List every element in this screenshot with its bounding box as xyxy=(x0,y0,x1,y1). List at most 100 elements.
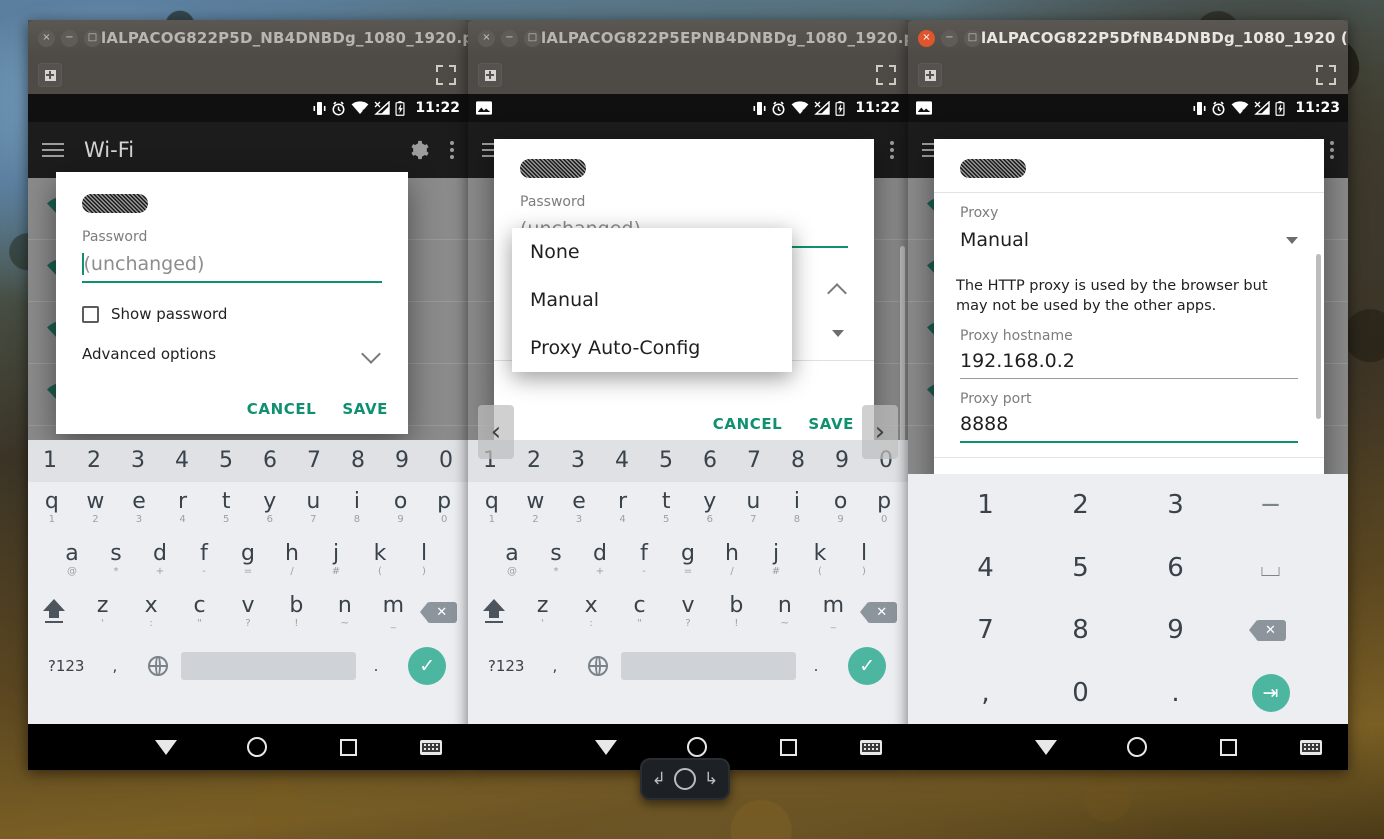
backspace-key[interactable]: ✕ xyxy=(1223,599,1318,662)
proxy-hostname-field[interactable]: Proxy hostname 192.168.0.2 xyxy=(934,316,1324,380)
key-m[interactable]: m _ xyxy=(369,586,417,638)
key-q[interactable]: q1 xyxy=(470,482,514,534)
key-e[interactable]: e3 xyxy=(557,482,601,534)
symbols-key[interactable]: ?123 xyxy=(478,638,534,694)
maximize-icon[interactable]: □ xyxy=(964,29,981,47)
more-vert-icon[interactable] xyxy=(450,141,454,159)
key-n[interactable]: n ~ xyxy=(321,586,369,638)
key-s[interactable]: s * xyxy=(94,534,138,586)
key-t[interactable]: t5 xyxy=(644,482,688,534)
key-9[interactable]: 9 xyxy=(820,440,864,482)
key-f[interactable]: f- xyxy=(622,534,666,586)
password-input-value[interactable]: (unchanged) xyxy=(84,253,205,275)
dropdown-item-manual[interactable]: Manual xyxy=(512,276,792,324)
keyboard-number-row[interactable]: 1 2 3 4 5 6 7 8 9 0 xyxy=(468,440,908,482)
comma-key[interactable]: , xyxy=(534,638,575,694)
key-6[interactable]: 6 xyxy=(1128,537,1223,600)
key-3[interactable]: 3 xyxy=(556,440,600,482)
key-comma[interactable]: , xyxy=(938,662,1033,725)
key-5[interactable]: 5 xyxy=(1033,537,1128,600)
save-button[interactable]: SAVE xyxy=(808,415,854,433)
key-2[interactable]: 2 xyxy=(512,440,556,482)
maximize-icon[interactable]: □ xyxy=(524,29,541,47)
key-8[interactable]: 8 xyxy=(776,440,820,482)
save-button[interactable]: SAVE xyxy=(342,400,388,418)
keyboard-icon[interactable] xyxy=(420,739,443,755)
key-h[interactable]: h / xyxy=(270,534,314,586)
shift-key[interactable] xyxy=(30,586,78,638)
key-4[interactable]: 4 xyxy=(160,440,204,482)
key-1[interactable]: 1 xyxy=(938,474,1033,537)
key-5[interactable]: 5 xyxy=(644,440,688,482)
dialog-scrollbar[interactable] xyxy=(900,246,905,456)
dialog-scrollbar[interactable] xyxy=(1316,254,1321,419)
proxy-selected-value[interactable]: Manual xyxy=(960,229,1029,251)
close-icon[interactable]: × xyxy=(478,29,495,47)
key-6[interactable]: 6 xyxy=(688,440,732,482)
numpad-row-4[interactable]: , 0 . ⇥ xyxy=(908,662,1348,725)
key-g[interactable]: g = xyxy=(666,534,710,586)
key-i[interactable]: i8 xyxy=(335,482,379,534)
open-image-button[interactable] xyxy=(478,63,502,87)
home-icon[interactable] xyxy=(687,737,708,757)
password-field[interactable]: Password (unchanged) xyxy=(56,213,408,283)
key-4[interactable]: 4 xyxy=(600,440,644,482)
key-k[interactable]: k( xyxy=(358,534,402,586)
key-3[interactable]: 3 xyxy=(116,440,160,482)
space-key[interactable] xyxy=(621,638,796,694)
backspace-key[interactable]: ✕ xyxy=(858,586,906,638)
key-d[interactable]: d + xyxy=(138,534,182,586)
back-icon[interactable] xyxy=(1034,739,1057,755)
recents-icon[interactable] xyxy=(1220,738,1238,756)
key-a[interactable]: a @ xyxy=(50,534,94,586)
panel-2-keyboard[interactable]: 1 2 3 4 5 6 7 8 9 0 q1 w2 e3 r4 t5 y 6 u… xyxy=(468,440,908,724)
key-m[interactable]: m _ xyxy=(809,586,857,638)
key-5[interactable]: 5 xyxy=(204,440,248,482)
panel-3-nav-bar[interactable] xyxy=(908,724,1348,770)
key-period[interactable]: . xyxy=(1128,662,1223,725)
key-7[interactable]: 7 xyxy=(938,599,1033,662)
next-key[interactable]: ⇥ xyxy=(1223,662,1318,725)
keyboard-row-2[interactable]: a @ s * d + f- g = h / j # k( l) xyxy=(28,534,468,586)
key-d[interactable]: d + xyxy=(578,534,622,586)
key-q[interactable]: q1 xyxy=(30,482,74,534)
key-c[interactable]: c " xyxy=(615,586,663,638)
key-j[interactable]: j # xyxy=(754,534,798,586)
recents-icon[interactable] xyxy=(780,738,798,756)
cancel-button[interactable]: CANCEL xyxy=(713,415,783,433)
key-0[interactable]: 0 xyxy=(1033,662,1128,725)
window-1[interactable]: × − □ lALPACOG822P5D_NB4DNBDg_1080_1920.… xyxy=(28,20,468,770)
numpad-row-2[interactable]: 4 5 6 ⌴ xyxy=(908,537,1348,600)
minimize-icon[interactable]: − xyxy=(501,29,518,47)
language-key[interactable] xyxy=(135,638,181,694)
key-minus[interactable]: − xyxy=(1223,474,1318,537)
chevron-down-icon[interactable] xyxy=(361,344,381,364)
keyboard-row-3[interactable]: z ' x: c " v? b! n ~ m _ ✕ xyxy=(28,586,468,638)
key-r[interactable]: r4 xyxy=(161,482,205,534)
key-w[interactable]: w2 xyxy=(74,482,118,534)
proxy-dropdown-menu[interactable]: None Manual Proxy Auto-Config xyxy=(512,228,792,372)
show-password-row[interactable]: Show password xyxy=(56,283,408,323)
key-s[interactable]: s * xyxy=(534,534,578,586)
keyboard-row-4[interactable]: ?123 , . ✓ xyxy=(28,638,468,694)
dropdown-item-none[interactable]: None xyxy=(512,228,792,276)
window-3[interactable]: × − □ lALPACOG822P5DfNB4DNBDg_1080_1920 … xyxy=(908,20,1348,770)
key-n[interactable]: n ~ xyxy=(761,586,809,638)
key-b[interactable]: b! xyxy=(272,586,320,638)
window-2-titlebar[interactable]: × − □ lALPACOG822P5EPNB4DNBDg_1080_1920.… xyxy=(468,20,908,56)
panel-1-nav-bar[interactable] xyxy=(28,724,468,770)
space-key[interactable] xyxy=(181,638,356,694)
period-key[interactable]: . xyxy=(356,638,397,694)
key-7[interactable]: 7 xyxy=(732,440,776,482)
screen-rotation-widget[interactable]: ↲ ↳ xyxy=(640,758,730,800)
keyboard-icon[interactable] xyxy=(860,739,883,755)
key-6[interactable]: 6 xyxy=(248,440,292,482)
home-icon[interactable] xyxy=(1127,737,1148,757)
close-icon[interactable]: × xyxy=(38,29,55,47)
window-1-titlebar[interactable]: × − □ lALPACOG822P5D_NB4DNBDg_1080_1920.… xyxy=(28,20,468,56)
recents-icon[interactable] xyxy=(340,738,358,756)
fullscreen-button[interactable] xyxy=(434,63,458,87)
key-z[interactable]: z ' xyxy=(78,586,126,638)
language-key[interactable] xyxy=(575,638,621,694)
panel-3-numeric-keyboard[interactable]: 1 2 3 − 4 5 6 ⌴ 7 8 9 ✕ , 0 . ⇥ xyxy=(908,474,1348,724)
